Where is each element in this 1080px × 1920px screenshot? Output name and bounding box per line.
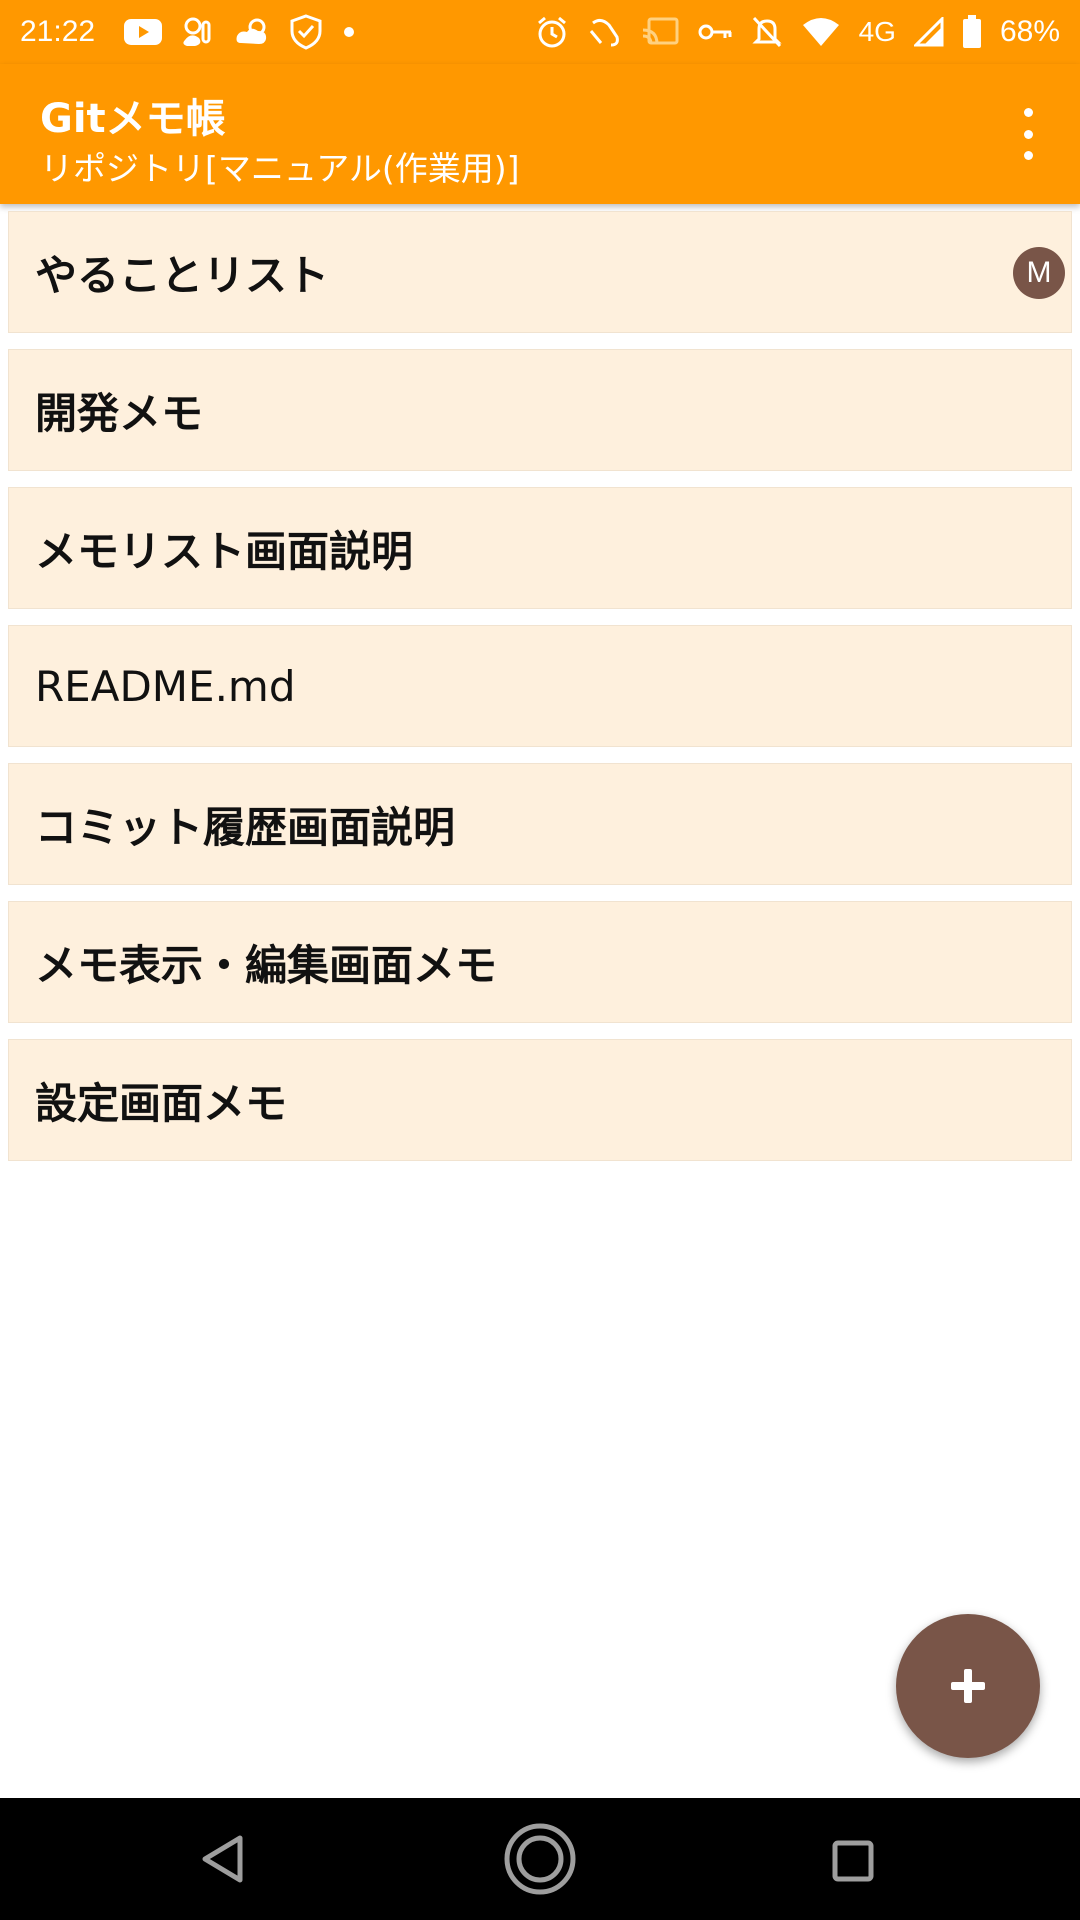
navigation-bar [0,1798,1080,1920]
memo-item[interactable]: 設定画面メモ [8,1039,1072,1161]
memo-title: やることリスト [35,250,330,300]
battery-level: 68% [999,15,1060,48]
signal-icon [913,17,944,47]
memo-item[interactable]: 開発メモ [8,349,1072,471]
more-vert-icon[interactable] [1016,108,1040,160]
status-bar-left: 21:22 [20,14,357,50]
mute-icon [751,16,782,48]
app-bar: Gitメモ帳 リポジトリ[マニュアル(作業用)] [0,64,1080,204]
weather-icon [183,17,211,46]
menu-dot [1023,129,1033,139]
plus-icon [951,1669,985,1703]
add-memo-button[interactable] [896,1614,1040,1758]
recents-icon[interactable] [832,1840,874,1882]
memo-item[interactable]: メモ表示・編集画面メモ [8,901,1072,1023]
memo-title: 設定画面メモ [35,1078,288,1128]
youtube-icon [124,19,163,45]
network-type: 4G [858,16,896,47]
back-icon[interactable] [200,1834,246,1884]
shield-icon [290,14,322,50]
home-icon[interactable] [503,1822,577,1896]
app-title: Gitメモ帳 [40,96,226,142]
memo-title: README.md [35,661,296,711]
memo-title: 開発メモ [35,388,204,438]
memo-list: やることリスト M 開発メモ メモリスト画面説明 README.md コミット履… [8,211,1072,1177]
wifi-icon [802,18,839,46]
modified-badge: M [1013,247,1065,299]
memo-title: コミット履歴画面説明 [35,802,456,852]
memo-title: メモ表示・編集画面メモ [35,940,498,990]
menu-dot [1023,151,1033,160]
cast-icon [642,17,679,45]
memo-item[interactable]: メモリスト画面説明 [8,487,1072,609]
cloud-icon [236,18,267,44]
nfc-icon [589,18,619,47]
status-time: 21:22 [20,15,96,48]
repository-subtitle: リポジトリ[マニュアル(作業用)] [40,149,520,188]
alarm-icon [537,16,566,48]
status-bar-right: 4G 68% [535,15,1060,49]
dot-icon [344,27,355,37]
memo-item[interactable]: コミット履歴画面説明 [8,763,1072,885]
key-icon [698,24,732,40]
memo-title: メモリスト画面説明 [35,526,414,576]
battery-icon [962,15,981,48]
memo-item[interactable]: やることリスト M [8,211,1072,333]
menu-dot [1023,108,1033,117]
status-bar: 21:22 4G 68% [0,0,1080,64]
memo-item[interactable]: README.md [8,625,1072,747]
